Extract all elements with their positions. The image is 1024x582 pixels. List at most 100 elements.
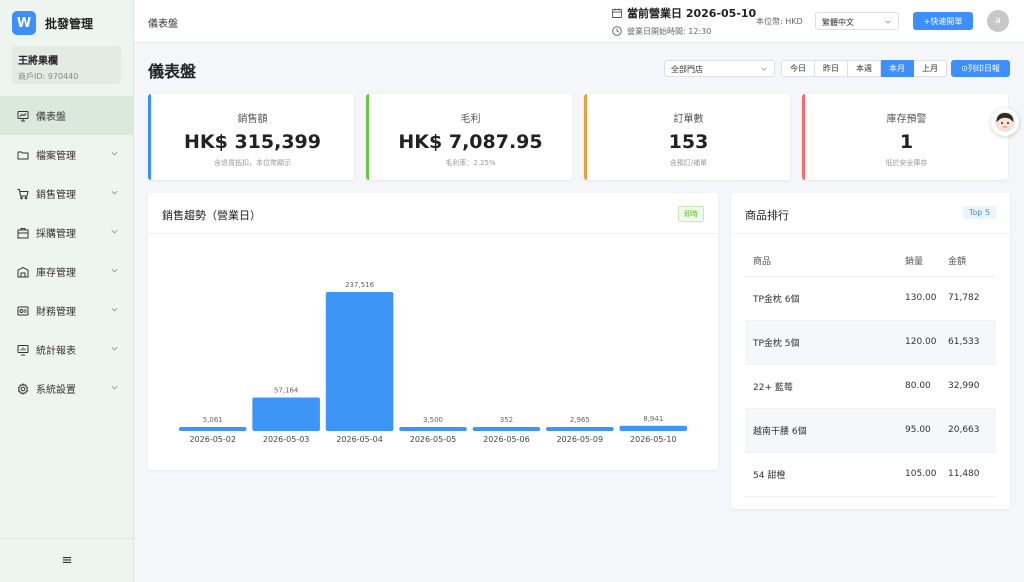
- stat-subtitle: 含預訂/補單: [669, 159, 708, 167]
- store-select-value: 全部門店: [671, 65, 703, 74]
- user-avatar[interactable]: a: [987, 10, 1009, 32]
- stat-subtitle: 含退貨抵扣，本位幣顯示: [214, 159, 291, 167]
- sidebar-item-label: 財務管理: [36, 307, 76, 318]
- table-row[interactable]: TP金枕 6個 130.00 71,782: [745, 276, 996, 321]
- store-select[interactable]: 全部門店: [664, 60, 775, 77]
- stat-card-orders: 訂單數 153 含預訂/補單: [584, 94, 790, 180]
- sidebar-item-purchase[interactable]: 採購管理: [0, 213, 134, 252]
- cart-icon: [17, 188, 29, 200]
- sidebar-item-reports[interactable]: 統計報表: [0, 330, 134, 369]
- language-select[interactable]: 繁體中文: [815, 12, 899, 30]
- quick-order-button[interactable]: +快速開單: [913, 12, 973, 30]
- stat-value: HK$ 315,399: [184, 131, 321, 153]
- brand[interactable]: W 批發管理: [0, 0, 133, 46]
- top-bar: 儀表盤 當前營業日 2026-05-10 營業日開始時間: 12:30 本位幣:…: [134, 0, 1024, 43]
- chart-bar[interactable]: [619, 425, 688, 431]
- chart-x-tick-label: 2026-05-06: [483, 435, 530, 444]
- product-qty: 120.00: [897, 320, 940, 365]
- sidebar-item-label: 檔案管理: [36, 151, 76, 162]
- product-amount: 11,480: [940, 452, 996, 497]
- chevron-down-icon: [111, 190, 118, 195]
- stat-card-stock-alert: 庫存預警 1 低於安全庫存: [802, 94, 1008, 180]
- assistant-avatar-icon: [995, 112, 1015, 132]
- product-name: 54 甜橙: [745, 452, 897, 497]
- clock-icon: [612, 26, 622, 36]
- sidebar-item-settings[interactable]: 系統設置: [0, 369, 134, 408]
- print-daily-report-button[interactable]: ⊙列印日報: [951, 60, 1010, 77]
- sidebar-item-files[interactable]: 檔案管理: [0, 135, 134, 174]
- table-row[interactable]: 22+ 藍莓 80.00 32,990: [745, 364, 996, 409]
- period-this-week-button[interactable]: 本週: [848, 60, 881, 77]
- chevron-down-icon: [111, 346, 118, 351]
- period-today-button[interactable]: 今日: [781, 60, 815, 77]
- period-last-month-button[interactable]: 上月: [914, 60, 947, 77]
- chart-bar[interactable]: [472, 427, 541, 431]
- sidebar-collapse-button[interactable]: ≡: [0, 538, 134, 582]
- chart-x-tick-label: 2026-05-02: [189, 435, 236, 444]
- chart-bar[interactable]: [178, 427, 247, 431]
- stat-value: 153: [668, 131, 709, 153]
- business-day-start: 營業日開始時間: 12:30: [627, 26, 712, 36]
- language-value: 繁體中文: [822, 18, 854, 27]
- product-name: TP金枕 5個: [745, 320, 897, 365]
- menu-icon: ≡: [61, 553, 73, 568]
- product-qty: 105.00: [897, 452, 940, 497]
- app-logo: W: [12, 11, 36, 35]
- table-row[interactable]: 越南干腰 6個 95.00 20,663: [745, 408, 996, 453]
- product-ranking-panel: 商品排行 Top 5 商品 銷量 金額 TP金枕 6個 130.00 71,78…: [731, 193, 1010, 509]
- warehouse-icon: [17, 266, 29, 278]
- sidebar-item-dashboard[interactable]: 儀表盤: [0, 96, 134, 135]
- period-this-month-button[interactable]: 本月: [881, 60, 914, 77]
- stat-value: HK$ 7,087.95: [398, 131, 543, 153]
- column-header-amount: 金額: [940, 245, 996, 277]
- business-day-title: 當前營業日 2026-05-10: [627, 7, 757, 20]
- purchase-icon: [17, 227, 29, 239]
- sidebar-item-sales[interactable]: 銷售管理: [0, 174, 134, 213]
- period-yesterday-button[interactable]: 昨日: [815, 60, 848, 77]
- sidebar-item-inventory[interactable]: 庫存管理: [0, 252, 134, 291]
- folder-icon: [17, 149, 29, 161]
- sidebar-item-label: 統計報表: [36, 346, 76, 357]
- chart-bar[interactable]: [546, 427, 614, 431]
- stat-title: 訂單數: [673, 114, 704, 125]
- chart-x-tick-label: 2026-05-04: [336, 435, 383, 444]
- product-amount: 20,663: [940, 408, 996, 453]
- stat-title: 庫存預警: [886, 114, 927, 125]
- chart-x-tick-label: 2026-05-05: [410, 435, 457, 444]
- chevron-down-icon: [111, 307, 118, 312]
- chart-value-label: 2,965: [570, 416, 590, 424]
- sidebar-item-label: 儀表盤: [36, 112, 66, 123]
- stat-subtitle: 毛利率：2.25%: [445, 159, 496, 167]
- report-icon: [17, 344, 29, 356]
- chart-value-label: 5,061: [203, 416, 223, 424]
- calendar-icon: [612, 8, 622, 18]
- merchant-name: 王將果欄: [18, 56, 58, 67]
- stat-card-gross-profit: 毛利 HK$ 7,087.95 毛利率：2.25%: [366, 94, 572, 180]
- dashboard-icon: [17, 110, 29, 122]
- page-title: 儀表盤: [148, 62, 197, 81]
- chart-bar[interactable]: [399, 427, 467, 431]
- table-row[interactable]: 54 甜橙 105.00 11,480: [745, 452, 996, 497]
- sales-trend-title: 銷售趨勢（營業日）: [162, 209, 261, 222]
- table-row[interactable]: TP金枕 5個 120.00 61,533: [745, 320, 996, 365]
- chevron-down-icon: [111, 268, 118, 273]
- product-qty: 130.00: [897, 276, 940, 321]
- chart-value-label: 237,516: [345, 281, 374, 289]
- product-name: TP金枕 6個: [745, 276, 897, 321]
- product-amount: 71,782: [940, 276, 996, 321]
- panel-header: 商品排行 Top 5: [731, 193, 1010, 234]
- product-ranking-table: 商品 銷量 金額 TP金枕 6個 130.00 71,782 TP金枕 5個 1…: [745, 245, 996, 497]
- chevron-down-icon: [111, 385, 118, 390]
- period-selector: 今日 昨日 本週 本月 上月: [781, 60, 947, 77]
- column-header-product: 商品: [745, 245, 897, 277]
- sidebar-item-finance[interactable]: 財務管理: [0, 291, 134, 330]
- stat-subtitle: 低於安全庫存: [885, 159, 928, 167]
- realtime-tag: 即時: [678, 206, 704, 222]
- chevron-down-icon: [761, 67, 767, 71]
- chart-bar[interactable]: [325, 292, 394, 431]
- chart-bar[interactable]: [252, 397, 320, 431]
- assistant-avatar-button[interactable]: [991, 108, 1019, 136]
- stat-card-sales: 銷售額 HK$ 315,399 含退貨抵扣，本位幣顯示: [148, 94, 354, 180]
- product-ranking-title: 商品排行: [745, 209, 789, 222]
- product-qty: 95.00: [897, 408, 940, 453]
